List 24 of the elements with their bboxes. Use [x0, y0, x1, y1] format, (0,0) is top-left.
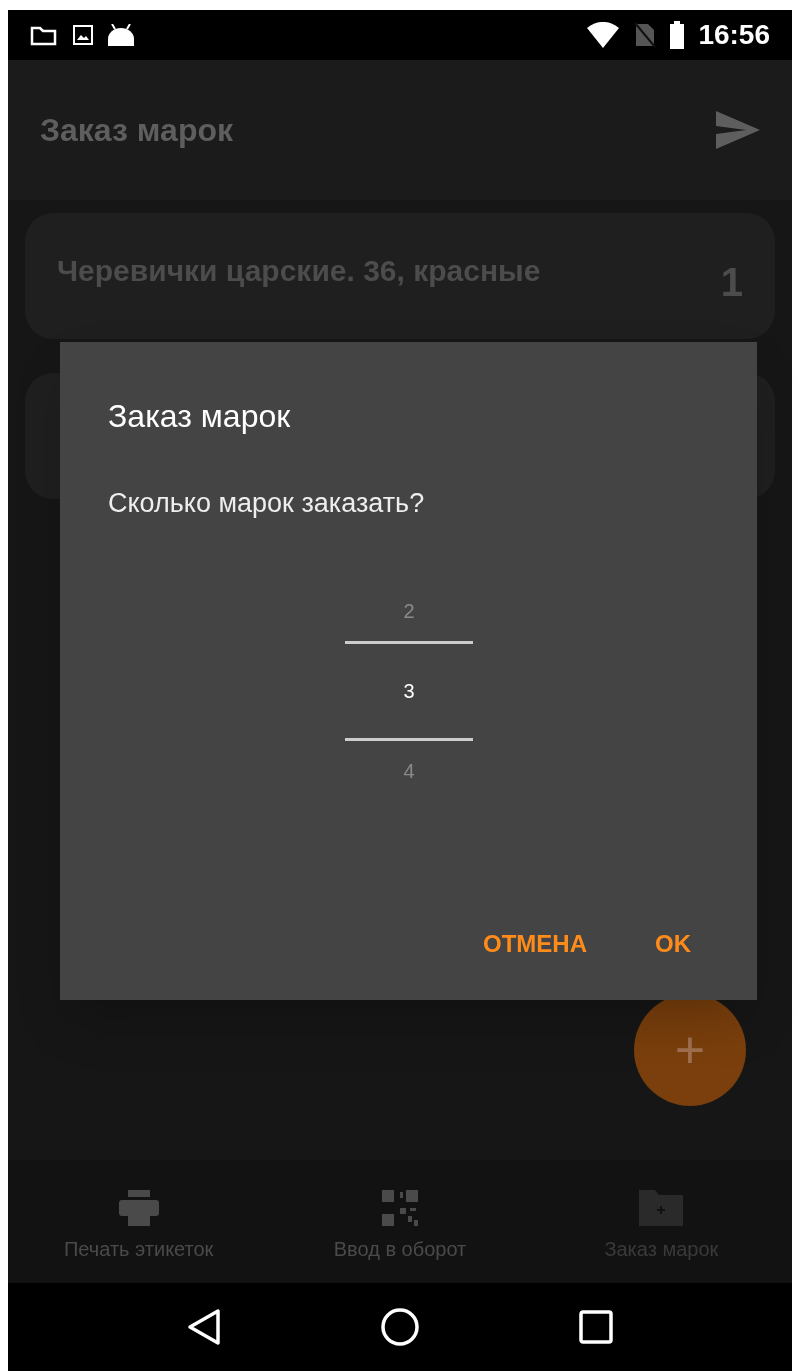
bottom-nav-tab[interactable]: Ввод в оборот: [269, 1160, 531, 1283]
app-bar-title: Заказ марок: [40, 111, 234, 150]
home-icon[interactable]: [380, 1307, 420, 1347]
android-icon: [108, 24, 134, 46]
bottom-nav-tab[interactable]: Печать этикеток: [8, 1160, 270, 1283]
dialog-title: Заказ марок: [108, 397, 292, 436]
dialog-button[interactable]: OK: [655, 926, 691, 962]
image-icon: [72, 24, 94, 46]
send-icon[interactable]: [716, 111, 760, 149]
picker-value[interactable]: 3: [345, 640, 473, 741]
folder-signal-icon: [30, 24, 58, 46]
recents-icon[interactable]: [578, 1310, 613, 1344]
printer-icon: [118, 1190, 159, 1226]
picker-value[interactable]: 2: [403, 580, 415, 641]
wifi-icon: [586, 22, 621, 48]
dialog-button[interactable]: ОТМЕНА: [483, 926, 587, 962]
back-icon[interactable]: [187, 1308, 222, 1346]
dialog-message: Сколько марок заказать?: [108, 487, 426, 520]
qr-code-icon: [382, 1190, 418, 1226]
battery-icon: [670, 21, 685, 49]
clock-time: 16:56: [698, 18, 770, 52]
picker-value[interactable]: 4: [403, 740, 415, 801]
folder-add-icon: [639, 1190, 684, 1226]
no-sim-icon: [634, 22, 657, 48]
